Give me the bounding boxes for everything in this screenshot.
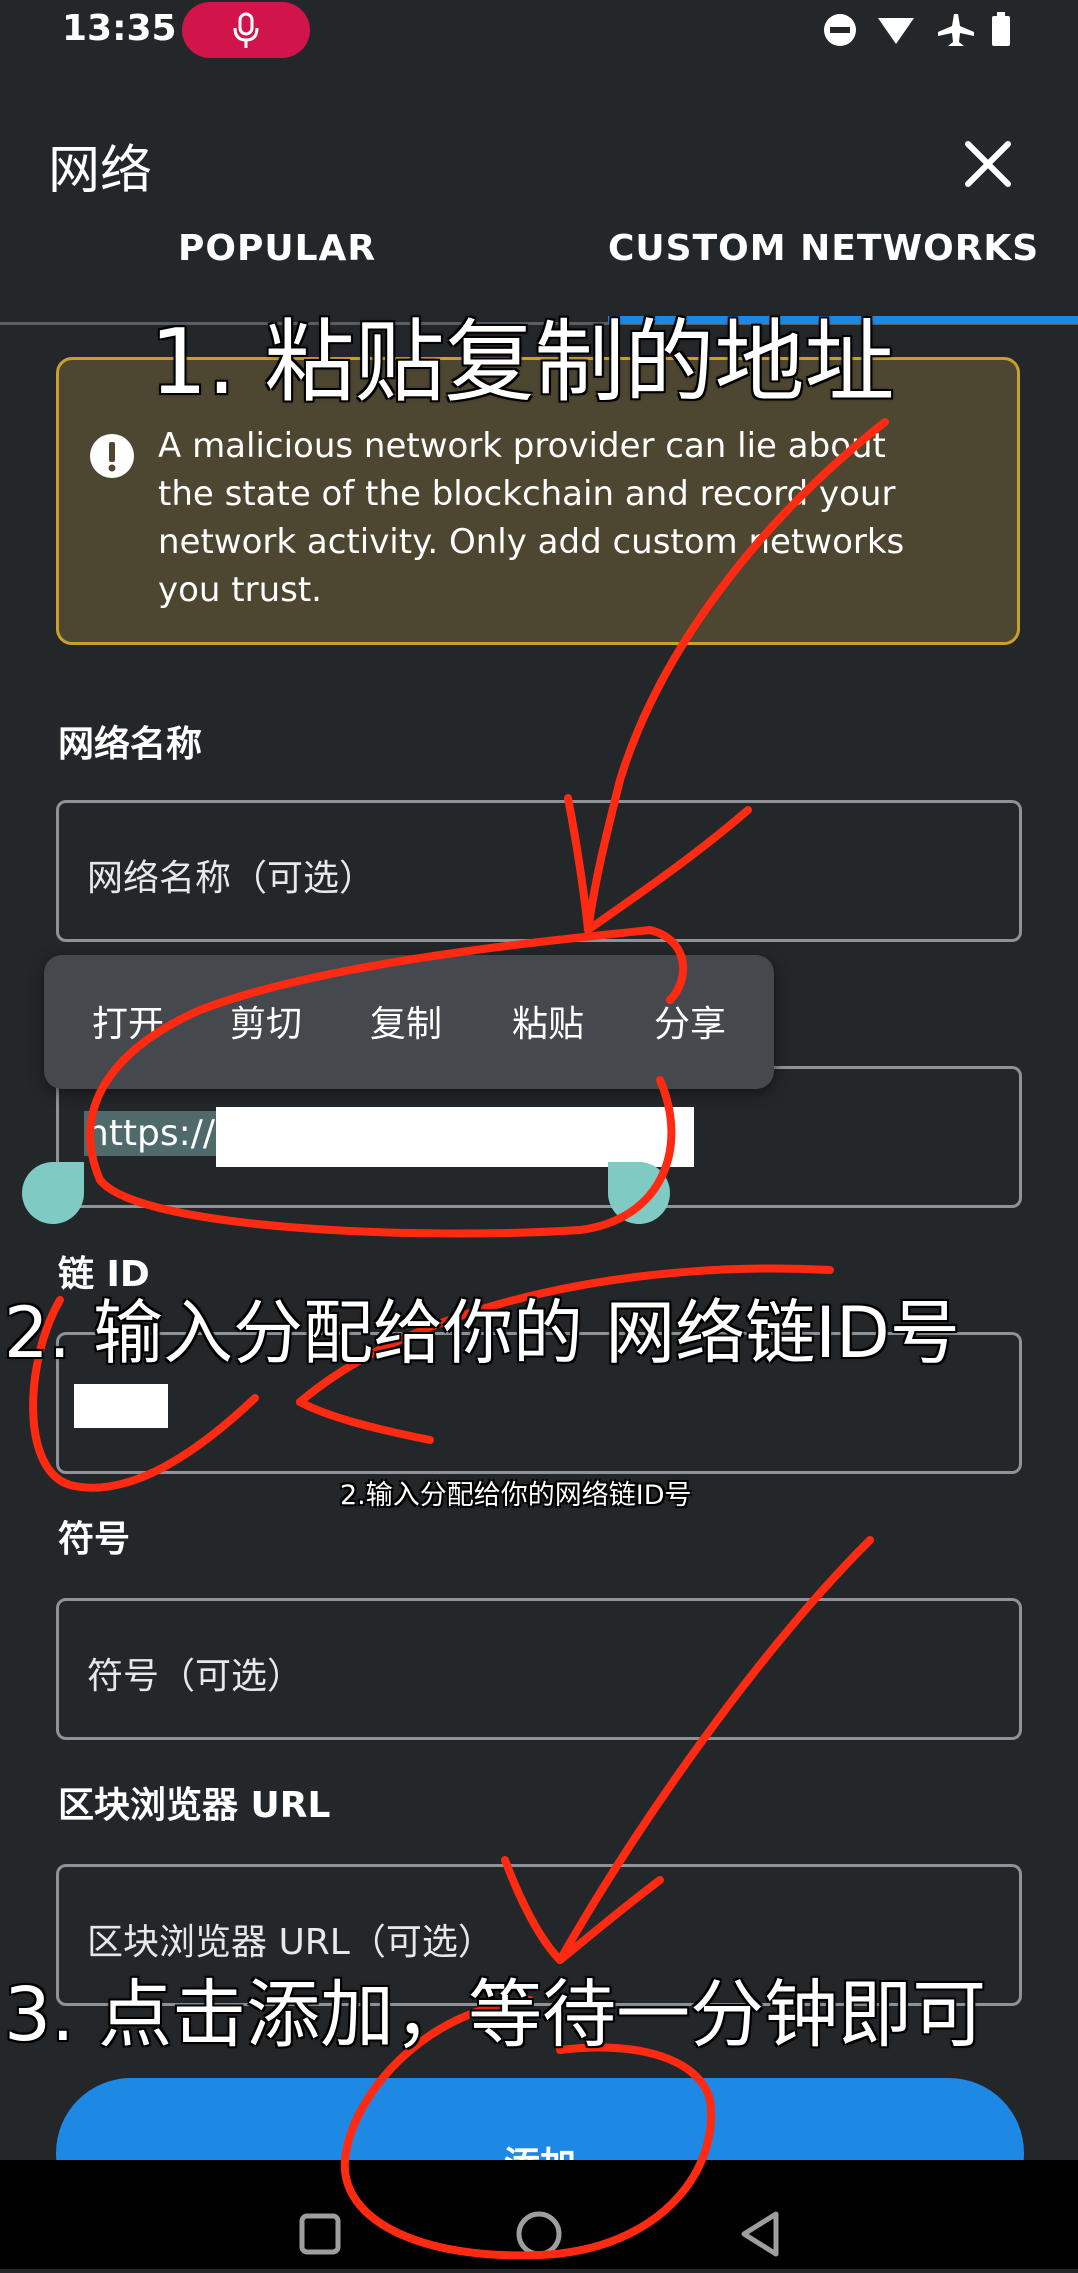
network-name-input[interactable]: 网络名称（可选） (56, 800, 1022, 942)
annotation-step-2: 2. 输入分配给你的 网络链ID号 (4, 1292, 960, 1374)
redacted-url (216, 1107, 694, 1167)
chain-id-label: 链 ID (58, 1254, 150, 1295)
menu-item-open[interactable]: 打开 (92, 995, 164, 1047)
selection-handle-right[interactable] (608, 1162, 670, 1224)
network-name-placeholder: 网络名称（可选） (87, 858, 376, 899)
navigation-bar (0, 2160, 1078, 2269)
battery-icon (992, 12, 1010, 46)
do-not-disturb-icon (824, 14, 856, 46)
status-time: 13:35 (62, 8, 177, 49)
tab-popular[interactable]: POPULAR (178, 228, 376, 269)
menu-item-paste[interactable]: 粘贴 (512, 995, 584, 1047)
close-icon (965, 141, 1011, 187)
microphone-icon (233, 12, 259, 48)
rpc-url-prefix: https:// (84, 1111, 218, 1156)
microphone-indicator[interactable] (182, 2, 310, 58)
menu-item-copy[interactable]: 复制 (370, 995, 442, 1047)
recents-button (299, 2213, 341, 2255)
block-explorer-label: 区块浏览器 URL (58, 1785, 331, 1826)
back-button (741, 2211, 779, 2257)
warning-text: A malicious network provider can lie abo… (158, 426, 905, 610)
wifi-icon (878, 18, 914, 44)
tab-custom-networks[interactable]: CUSTOM NETWORKS (608, 228, 1039, 269)
annotation-step-2-small: 2.输入分配给你的网络链ID号 (340, 1480, 692, 1511)
symbol-input[interactable]: 符号（可选） (56, 1598, 1022, 1740)
selection-handle-left[interactable] (22, 1162, 84, 1224)
airplane-icon (938, 14, 974, 46)
menu-item-cut[interactable]: 剪切 (230, 995, 302, 1047)
annotation-step-3: 3. 点击添加，等待一分钟即可 (4, 1972, 987, 2058)
block-explorer-placeholder: 区块浏览器 URL（可选） (87, 1922, 494, 1963)
warning-icon (88, 432, 136, 480)
text-selection-menu: 打开 剪切 复制 粘贴 分享 (44, 955, 774, 1089)
network-name-label: 网络名称 (58, 724, 203, 765)
symbol-placeholder: 符号（可选） (87, 1656, 304, 1697)
home-button (516, 2211, 562, 2257)
close-button[interactable] (958, 134, 1018, 194)
annotation-step-1: 1. 粘贴复制的地址 (150, 310, 895, 415)
redacted-chain-id (74, 1384, 168, 1428)
menu-item-share[interactable]: 分享 (654, 995, 726, 1047)
status-icons (820, 10, 1020, 50)
page-title: 网络 (48, 141, 153, 201)
symbol-label: 符号 (58, 1519, 131, 1560)
